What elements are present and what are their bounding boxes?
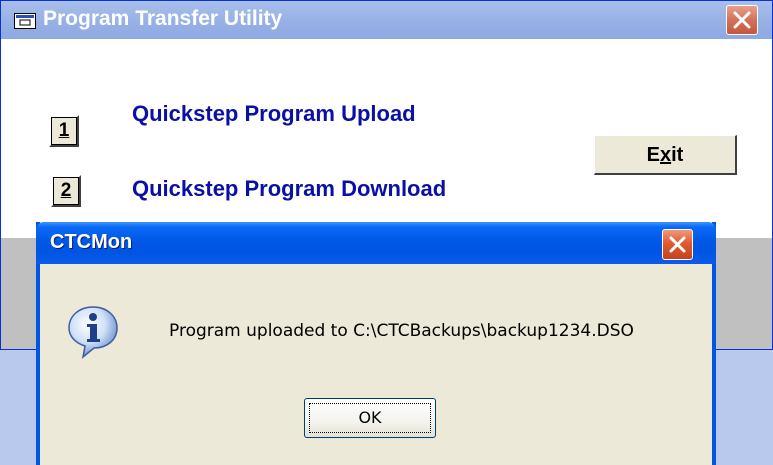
info-icon xyxy=(68,306,118,359)
ok-button[interactable]: OK xyxy=(304,398,436,438)
dialog-titlebar[interactable]: CTCMon xyxy=(36,222,716,264)
upload-number-button[interactable]: 1 xyxy=(49,115,79,147)
download-label[interactable]: Quickstep Program Download xyxy=(132,176,446,202)
download-number-label: 2 xyxy=(60,180,72,201)
dialog-close-button[interactable] xyxy=(662,229,693,260)
exit-label-end: it xyxy=(671,144,684,166)
download-number-button[interactable]: 2 xyxy=(51,175,81,207)
ok-focus-ring xyxy=(309,403,431,433)
dialog-message: Program uploaded to C:\CTCBackups\backup… xyxy=(169,321,634,341)
upload-number-label: 1 xyxy=(58,120,70,141)
window-app-icon xyxy=(14,13,36,29)
main-titlebar[interactable]: Program Transfer Utility xyxy=(1,1,772,39)
upload-label[interactable]: Quickstep Program Upload xyxy=(132,101,416,127)
main-window-title: Program Transfer Utility xyxy=(43,7,283,30)
exit-label-accelerator: x xyxy=(660,144,672,166)
exit-label-start: E xyxy=(646,144,660,166)
ctcmon-dialog: CTCMon Program uploaded to C:\CTCBackups… xyxy=(36,222,716,465)
exit-button[interactable]: Exit xyxy=(594,135,737,175)
close-icon xyxy=(733,11,751,29)
main-close-button[interactable] xyxy=(726,5,758,35)
dialog-title: CTCMon xyxy=(50,231,133,253)
close-icon xyxy=(669,236,686,253)
